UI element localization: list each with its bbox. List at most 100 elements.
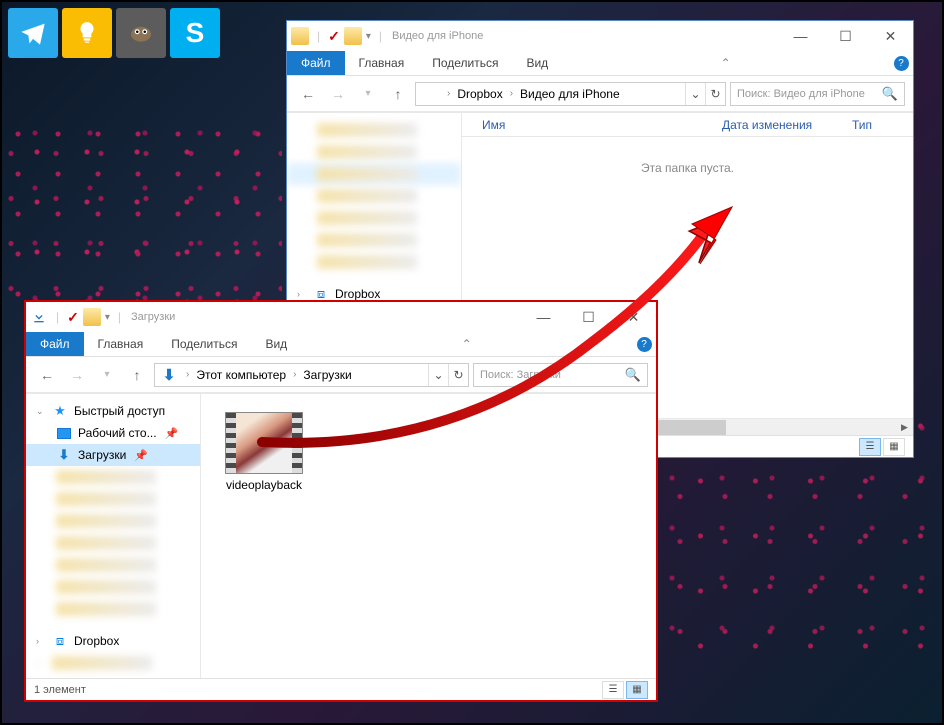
tab-home[interactable]: Главная <box>345 51 419 75</box>
column-header-name[interactable]: Имя <box>474 113 714 136</box>
search-input[interactable]: Поиск: Видео для iPhone 🔍 <box>730 82 905 106</box>
sidebar-item-blurred[interactable] <box>287 119 461 141</box>
expand-icon[interactable]: › <box>297 289 307 299</box>
ribbon-collapse-icon[interactable]: ⌃ <box>714 51 738 75</box>
sidebar-item-blurred[interactable] <box>287 229 461 251</box>
nav-back-button[interactable]: ← <box>34 362 60 388</box>
scroll-right-icon[interactable]: ▶ <box>896 420 913 435</box>
folder-icon <box>83 308 101 326</box>
search-input[interactable]: Поиск: Загрузки 🔍 <box>473 363 648 387</box>
refresh-button[interactable]: ↻ <box>448 364 468 386</box>
tab-view[interactable]: Вид <box>512 51 562 75</box>
sidebar-item-blurred[interactable] <box>26 554 200 576</box>
tab-view[interactable]: Вид <box>251 332 301 356</box>
taskbar: S <box>8 8 220 58</box>
nav-forward-button[interactable]: → <box>325 81 351 107</box>
tab-file[interactable]: Файл <box>26 332 84 356</box>
sidebar-item-label: Быстрый доступ <box>74 404 165 418</box>
ribbon-collapse-icon[interactable]: ⌃ <box>455 332 479 356</box>
minimize-button[interactable]: — <box>521 303 566 331</box>
maximize-button[interactable]: ☐ <box>823 22 868 50</box>
file-list[interactable]: videoplayback <box>201 394 656 678</box>
content-pane[interactable]: videoplayback <box>201 394 656 678</box>
sidebar-item-blurred[interactable] <box>26 510 200 532</box>
titlebar[interactable]: | ✓ ▾ | Загрузки — ☐ ✕ <box>26 302 656 332</box>
search-icon[interactable]: 🔍 <box>625 367 641 383</box>
help-button[interactable]: ? <box>889 51 913 75</box>
tab-home[interactable]: Главная <box>84 332 158 356</box>
sidebar-item-downloads[interactable]: ⬇ Загрузки 📌 <box>26 444 200 466</box>
star-icon: ★ <box>52 403 68 419</box>
nav-forward-button[interactable]: → <box>64 362 90 388</box>
check-icon[interactable]: ✓ <box>328 28 340 45</box>
crumb-dropbox[interactable]: Dropbox <box>453 83 506 105</box>
tips-icon[interactable] <box>62 8 112 58</box>
gimp-icon[interactable] <box>116 8 166 58</box>
crumb-downloads[interactable]: Загрузки <box>299 364 355 386</box>
close-button[interactable]: ✕ <box>611 303 656 331</box>
nav-back-button[interactable]: ← <box>295 81 321 107</box>
skype-icon[interactable]: S <box>170 8 220 58</box>
tab-share[interactable]: Поделиться <box>157 332 251 356</box>
sidebar-item-blurred[interactable] <box>26 598 200 620</box>
nav-pane[interactable]: ⌄ ★ Быстрый доступ Рабочий сто... 📌 ⬇ За… <box>26 394 201 678</box>
sidebar-item-dropbox[interactable]: › ⧈ Dropbox <box>26 630 200 652</box>
column-header-date[interactable]: Дата изменения <box>714 113 844 136</box>
search-placeholder: Поиск: Видео для iPhone <box>737 88 865 100</box>
chevron-right-icon[interactable]: › <box>183 369 192 380</box>
qat-dropdown-icon[interactable]: ▾ <box>366 31 371 42</box>
sidebar-item-blurred[interactable] <box>287 185 461 207</box>
view-details-button[interactable]: ☰ <box>859 438 881 456</box>
sidebar-item-blurred[interactable] <box>287 163 461 185</box>
breadcrumb[interactable]: ⬇ › Этот компьютер › Загрузки ⌄ ↻ <box>154 363 469 387</box>
nav-recent-dropdown[interactable]: ▾ <box>94 362 120 388</box>
breadcrumb[interactable]: › Dropbox › Видео для iPhone ⌄ ↻ <box>415 82 726 106</box>
tab-file[interactable]: Файл <box>287 51 345 75</box>
address-bar: ← → ▾ ↑ › Dropbox › Видео для iPhone ⌄ ↻… <box>287 76 913 112</box>
expand-icon[interactable]: › <box>36 636 46 646</box>
nav-up-button[interactable]: ↑ <box>124 362 150 388</box>
folder-icon <box>291 27 309 45</box>
chevron-right-icon[interactable]: › <box>507 88 516 99</box>
address-dropdown-icon[interactable]: ⌄ <box>685 83 705 105</box>
sidebar-item-blurred[interactable] <box>26 466 200 488</box>
sidebar-item-blurred[interactable] <box>287 207 461 229</box>
maximize-button[interactable]: ☐ <box>566 303 611 331</box>
titlebar[interactable]: | ✓ ▾ | Видео для iPhone — ☐ ✕ <box>287 21 913 51</box>
search-icon[interactable]: 🔍 <box>882 86 898 102</box>
sidebar-item-blurred[interactable] <box>26 488 200 510</box>
qat-dropdown-icon[interactable]: ▾ <box>105 312 110 323</box>
sidebar-item-label: Рабочий сто... <box>78 426 157 440</box>
telegram-icon[interactable] <box>8 8 58 58</box>
sidebar-item-desktop[interactable]: Рабочий сто... 📌 <box>26 422 200 444</box>
view-details-button[interactable]: ☰ <box>602 681 624 699</box>
crumb-this-pc[interactable]: Этот компьютер <box>192 364 290 386</box>
view-icons-button[interactable]: ▦ <box>883 438 905 456</box>
video-thumbnail <box>225 412 303 474</box>
collapse-icon[interactable]: ⌄ <box>36 406 46 417</box>
sidebar-item-blurred[interactable]: › <box>26 652 200 674</box>
downloads-icon <box>30 308 48 326</box>
crumb-video-iphone[interactable]: Видео для iPhone <box>516 83 624 105</box>
file-item-videoplayback[interactable]: videoplayback <box>219 412 309 492</box>
column-header-type[interactable]: Тип <box>844 113 880 136</box>
chevron-right-icon[interactable]: › <box>290 369 299 380</box>
view-icons-button[interactable]: ▦ <box>626 681 648 699</box>
sidebar-item-blurred[interactable] <box>287 251 461 273</box>
minimize-button[interactable]: — <box>778 22 823 50</box>
tab-share[interactable]: Поделиться <box>418 51 512 75</box>
sidebar-item-blurred[interactable] <box>287 141 461 163</box>
chevron-right-icon[interactable]: › <box>444 88 453 99</box>
ribbon-tabs: Файл Главная Поделиться Вид ⌃ ? <box>26 332 656 357</box>
nav-recent-dropdown[interactable]: ▾ <box>355 81 381 107</box>
nav-up-button[interactable]: ↑ <box>385 81 411 107</box>
close-button[interactable]: ✕ <box>868 22 913 50</box>
sidebar-item-quick-access[interactable]: ⌄ ★ Быстрый доступ <box>26 400 200 422</box>
address-dropdown-icon[interactable]: ⌄ <box>428 364 448 386</box>
check-icon[interactable]: ✓ <box>67 309 79 326</box>
refresh-button[interactable]: ↻ <box>705 83 725 105</box>
help-button[interactable]: ? <box>632 332 656 356</box>
sidebar-item-blurred[interactable] <box>26 576 200 598</box>
ribbon-tabs: Файл Главная Поделиться Вид ⌃ ? <box>287 51 913 76</box>
sidebar-item-blurred[interactable] <box>26 532 200 554</box>
